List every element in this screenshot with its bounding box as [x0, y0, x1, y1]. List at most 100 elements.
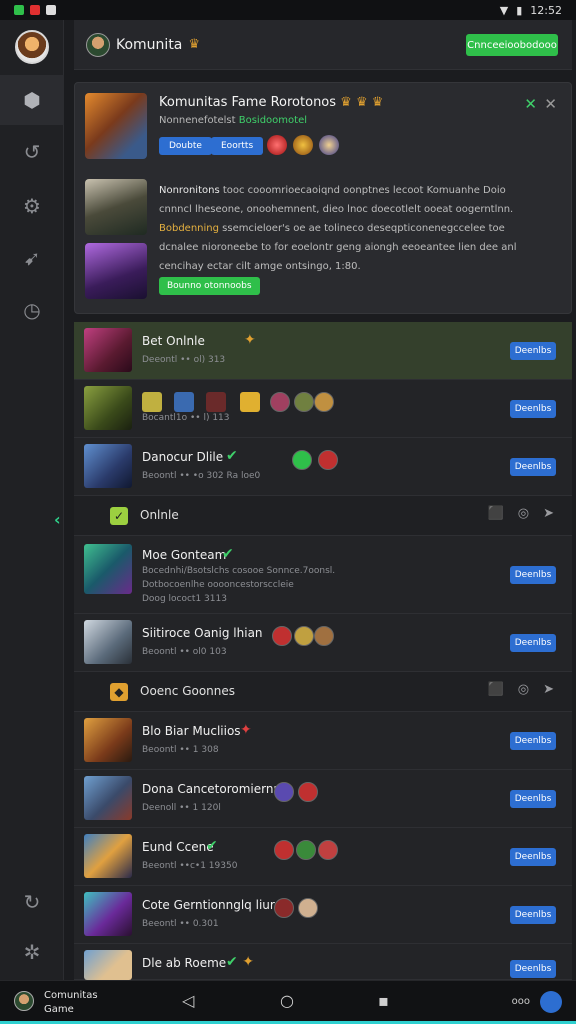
pin-icon[interactable]: ➹	[20, 246, 44, 270]
blue-badge-icon	[319, 135, 339, 155]
back-icon[interactable]: ◁	[182, 991, 194, 1010]
bag-icon[interactable]: ⬛	[488, 506, 504, 521]
gear-icon[interactable]: ⚙	[20, 194, 44, 218]
settings-icon[interactable]: ✲	[20, 940, 44, 964]
details-button[interactable]: Deenlbs	[510, 342, 556, 360]
close-icon[interactable]: ✕	[544, 95, 557, 113]
home-icon[interactable]: ○	[280, 991, 294, 1010]
details-button[interactable]: Deenlbs	[510, 848, 556, 866]
details-button[interactable]: Deenlbs	[510, 906, 556, 924]
list-item[interactable]: Blo Biar Mucliios ✦ Beoontl •• 1 308 Dee…	[74, 712, 572, 770]
community-avatar	[86, 32, 110, 57]
list-item[interactable]: Eund Ccene ✔ Beeontl ••c•1 19350 Deenlbs	[74, 828, 572, 886]
player-avatar-icon	[314, 626, 334, 646]
game-thumbnail	[84, 328, 132, 372]
game-tile-icon	[174, 392, 194, 412]
user-avatar[interactable]	[540, 991, 562, 1013]
details-button[interactable]: Deenlbs	[510, 790, 556, 808]
details-button[interactable]: Deenlbs	[510, 458, 556, 476]
details-button[interactable]: Deenlbs	[510, 566, 556, 584]
game-thumbnail	[84, 776, 132, 820]
item-meta: Beeontl ••c•1 19350	[142, 861, 238, 871]
list-item[interactable]: Cote Gerntionnglq liuran Beeontl •• 0.30…	[74, 886, 572, 944]
chip-doubte[interactable]: Doubte	[159, 137, 212, 155]
list-item[interactable]: Bocantl1o •• l) 113 Deenlbs	[74, 380, 572, 438]
featured-description: Nonronitons tooc cooomrioecaoiqnd oonptn…	[159, 185, 517, 272]
game-tile-icon	[206, 392, 226, 412]
section-label: Onlnle	[140, 508, 179, 522]
details-button[interactable]: Deenlbs	[510, 634, 556, 652]
list-item[interactable]: Dle ab Roeme ✔ ✦ Deenlbs	[74, 944, 572, 980]
player-avatar-icon	[270, 392, 290, 412]
top-bar: Komunita ♛ Cnnceeioobodooo	[74, 20, 572, 70]
item-name: Blo Biar Mucliios	[142, 724, 241, 738]
history-icon[interactable]: ↺	[20, 140, 44, 164]
details-button[interactable]: Deenlbs	[510, 960, 556, 978]
gamepad-icon[interactable]: ◎	[518, 506, 529, 521]
featured-action-button[interactable]: Bounno otonnoobs	[159, 277, 260, 295]
item-name: Dona Cancetoromiernun	[142, 782, 289, 796]
item-name: Bet Onlnle	[142, 334, 205, 348]
check-icon: ✔ ✦	[226, 954, 254, 970]
list-item[interactable]: Dona Cancetoromiernun Deenoll •• 1 120l …	[74, 770, 572, 828]
details-button[interactable]: Deenlbs	[510, 400, 556, 418]
item-meta: Beoontl •• •o 302 Ra loe0	[142, 471, 261, 481]
player-avatar-icon	[314, 392, 334, 412]
trophy-icon: ♛ ♛ ♛	[340, 95, 384, 110]
game-thumbnail	[84, 950, 132, 980]
side-rail: ⬢ ↺ ⚙ ➹ ◷ ↻ ✲	[0, 20, 64, 980]
refresh-icon[interactable]: ↻	[20, 890, 44, 914]
community-list: Bet Onlnle ✦ Deeontl •• ol) 313 Deenlbs …	[74, 322, 572, 980]
chip-eoortts[interactable]: Eoortts	[211, 137, 264, 155]
item-meta: Deeontl •• ol) 313	[142, 355, 226, 365]
confirm-icon[interactable]: ✕	[524, 95, 537, 113]
online-status-icon	[292, 450, 312, 470]
check-icon: ✔	[226, 448, 238, 464]
game-thumbnail	[84, 718, 132, 762]
character-thumbnail	[85, 179, 147, 235]
item-meta: Beoontl •• 1 308	[142, 745, 219, 755]
item-meta: Deenoll •• 1 120l	[142, 803, 221, 813]
status-bar: ▼ ▮ 12:52	[0, 0, 576, 20]
notification-icon	[46, 5, 56, 15]
notification-icon	[30, 5, 40, 15]
item-name: Siitiroce Oanig lhian	[142, 626, 263, 640]
cube-icon[interactable]: ⬢	[20, 88, 44, 112]
gamepad-icon[interactable]: ◎	[518, 682, 529, 697]
featured-card: Komunitas Fame Rorotonos ♛ ♛ ♛ Nonnenefo…	[74, 82, 572, 314]
player-avatar-icon	[274, 898, 294, 918]
check-icon: ✔	[206, 838, 218, 854]
check-icon: ✔	[222, 546, 234, 562]
section-label: Ooenc Goonnes	[140, 684, 236, 698]
clock-icon[interactable]: ◷	[20, 298, 44, 322]
crown-icon: ♛	[188, 37, 201, 52]
item-meta: Dotbocoenlhe ooooncestorsccleie	[142, 580, 294, 590]
details-button[interactable]: Deenlbs	[510, 732, 556, 750]
game-thumbnail	[84, 444, 132, 488]
item-name: Moe Gonteam	[142, 548, 227, 562]
share-icon[interactable]: ➤	[543, 682, 554, 697]
status-time: 12:52	[530, 3, 562, 17]
notification-icon	[14, 5, 24, 15]
wifi-icon: ▼	[499, 3, 509, 17]
list-item[interactable]: Danocur Dlile ✔ Beoontl •• •o 302 Ra loe…	[74, 438, 572, 496]
bag-icon[interactable]: ⬛	[488, 682, 504, 697]
share-icon[interactable]: ➤	[543, 506, 554, 521]
item-name: Danocur Dlile	[142, 450, 224, 464]
player-avatar-icon	[318, 450, 338, 470]
collapse-sidebar-icon[interactable]: ‹	[54, 510, 61, 529]
profile-avatar[interactable]	[15, 30, 49, 64]
item-name: Eund Ccene	[142, 840, 214, 854]
list-item[interactable]: Bet Onlnle ✦ Deeontl •• ol) 313 Deenlbs	[74, 322, 572, 380]
featured-hero-image	[85, 93, 147, 159]
connect-button[interactable]: Cnnceeioobodooo	[466, 34, 558, 56]
app-avatar[interactable]	[14, 991, 34, 1011]
player-avatar-icon	[274, 840, 294, 860]
page-title: Komunita	[116, 36, 183, 53]
section-header-online: ✓ Onlnle ⬛ ◎ ➤	[74, 496, 572, 536]
list-item[interactable]: Moe Gonteam ✔ Bocednhi/Bsotslchs cosooe …	[74, 536, 572, 614]
section-header-games: ◆ Ooenc Goonnes ⬛ ◎ ➤	[74, 672, 572, 712]
item-name: Cote Gerntionnglq liuran	[142, 898, 290, 912]
list-item[interactable]: Siitiroce Oanig lhian Beoontl •• ol0 103…	[74, 614, 572, 672]
recents-icon[interactable]: ▪	[378, 991, 389, 1010]
